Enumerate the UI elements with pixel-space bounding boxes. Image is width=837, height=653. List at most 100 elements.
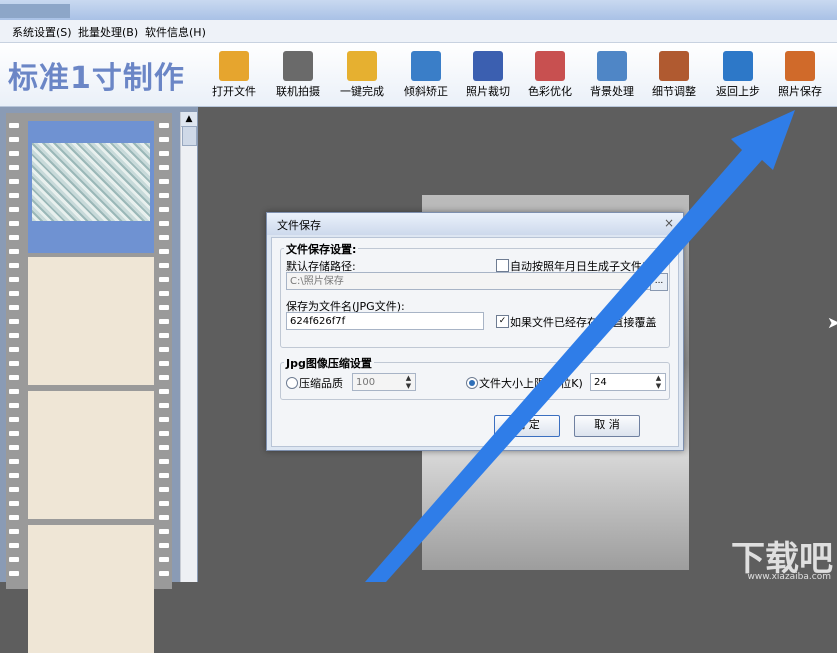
undo-icon <box>723 51 753 81</box>
film-perforation <box>159 529 169 534</box>
filename-field[interactable]: 624f626f7f <box>286 312 484 330</box>
save-disk-icon <box>785 51 815 81</box>
toolbar-button-label: 一键完成 <box>340 85 384 98</box>
film-perforation <box>159 263 169 268</box>
film-perforation <box>9 305 19 310</box>
film-perforation <box>159 403 169 408</box>
film-perforation <box>159 207 169 212</box>
film-perforation <box>159 361 169 366</box>
film-perforation <box>159 389 169 394</box>
film-perforation <box>159 347 169 352</box>
film-perforation <box>9 291 19 296</box>
quality-label: 压缩品质 <box>299 377 343 390</box>
browse-button[interactable]: ... <box>650 273 668 291</box>
film-perforation <box>159 123 169 128</box>
film-perforation <box>9 515 19 520</box>
auto-subfolder-checkbox[interactable] <box>496 259 509 272</box>
film-perforation <box>159 221 169 226</box>
film-perforation <box>9 193 19 198</box>
toolbar-button-undo[interactable]: 返回上步 <box>706 45 770 103</box>
thumbnail-frame-empty[interactable] <box>28 525 154 653</box>
film-perforation <box>9 459 19 464</box>
toolbar-button-label: 联机拍摄 <box>276 85 320 98</box>
film-strip <box>6 113 172 653</box>
film-perforation <box>159 473 169 478</box>
toolbar-button-color-sliders[interactable]: 色彩优化 <box>518 45 582 103</box>
film-perforation <box>9 235 19 240</box>
toolbar-button-folder[interactable]: 打开文件 <box>202 45 266 103</box>
mouse-cursor-icon: ➤ <box>827 313 837 332</box>
film-perforation <box>9 571 19 576</box>
film-perforation <box>9 529 19 534</box>
filesize-radio[interactable] <box>466 377 478 389</box>
histogram-icon <box>659 51 689 81</box>
overwrite-checkbox[interactable]: ✓ <box>496 315 509 328</box>
film-perforation <box>9 151 19 156</box>
menu-system-settings[interactable]: 系统设置(S) <box>12 24 72 40</box>
toolbar-button-save-disk[interactable]: 照片保存 <box>768 45 832 103</box>
film-perforation <box>9 137 19 142</box>
film-perforation <box>159 459 169 464</box>
toolbar-button-rotate[interactable]: 倾斜矫正 <box>394 45 458 103</box>
toolbar-button-histogram[interactable]: 细节调整 <box>642 45 706 103</box>
menu-batch-process[interactable]: 批量处理(B) <box>78 24 138 40</box>
color-sliders-icon <box>535 51 565 81</box>
film-perforation <box>159 305 169 310</box>
toolbar-button-crop[interactable]: 照片裁切 <box>456 45 520 103</box>
menu-software-info[interactable]: 软件信息(H) <box>145 24 206 40</box>
film-perforation <box>159 543 169 548</box>
film-perforation <box>9 361 19 366</box>
film-perforation <box>9 487 19 492</box>
film-perforation <box>159 137 169 142</box>
film-perforation <box>9 277 19 282</box>
thumbnail-image[interactable] <box>32 143 150 221</box>
film-perforation <box>9 221 19 226</box>
thumbnail-scrollbar[interactable]: ▲ <box>180 112 197 582</box>
film-perforation <box>159 557 169 562</box>
toolbar-button-hand[interactable]: 一键完成 <box>330 45 394 103</box>
toolbar-button-label: 照片裁切 <box>466 85 510 98</box>
file-save-dialog: 文件保存 × 文件保存设置: 默认存储路径: 自动按照年月日生成子文件夹 C:\… <box>266 212 684 451</box>
toolbar-button-label: 打开文件 <box>212 85 256 98</box>
film-perforation <box>159 333 169 338</box>
film-perforation <box>9 473 19 478</box>
film-perforation <box>159 165 169 170</box>
scroll-up-icon[interactable]: ▲ <box>181 112 197 127</box>
scroll-thumb[interactable] <box>182 126 197 146</box>
thumbnail-frame-empty[interactable] <box>28 391 154 519</box>
close-icon[interactable]: × <box>661 216 677 232</box>
filesize-spinner-icon[interactable]: ▲ ▼ <box>652 374 665 390</box>
film-perforation <box>9 389 19 394</box>
film-perforation <box>9 403 19 408</box>
quality-radio[interactable] <box>286 377 298 389</box>
save-path-field[interactable]: C:\照片保存 <box>286 272 652 290</box>
thumbnail-panel <box>0 107 198 653</box>
film-perforation <box>159 179 169 184</box>
toolbar-button-camera[interactable]: 联机拍摄 <box>266 45 330 103</box>
brush-icon <box>597 51 627 81</box>
ok-button[interactable]: 确 定 <box>494 415 560 437</box>
film-perforation <box>159 571 169 576</box>
film-perforation <box>9 431 19 436</box>
crop-icon <box>473 51 503 81</box>
film-perforation <box>9 179 19 184</box>
film-perforation <box>9 319 19 324</box>
overwrite-label: 如果文件已经存在,则直接覆盖 <box>510 316 657 329</box>
watermark-url: www.xiazaiba.com <box>747 572 831 582</box>
film-perforation <box>9 207 19 212</box>
film-perforation <box>159 291 169 296</box>
toolbar-button-brush[interactable]: 背景处理 <box>580 45 644 103</box>
cancel-button[interactable]: 取 消 <box>574 415 640 437</box>
toolbar-button-label: 照片保存 <box>778 85 822 98</box>
camera-icon <box>283 51 313 81</box>
film-perforation <box>9 165 19 170</box>
window-title-strip <box>0 4 70 18</box>
toolbar-button-label: 细节调整 <box>652 85 696 98</box>
thumbnail-frame-selected[interactable] <box>28 121 154 253</box>
save-settings-label: 文件保存设置: <box>284 241 359 257</box>
quality-spinner-icon[interactable]: ▲ ▼ <box>402 374 415 390</box>
film-perforation <box>159 319 169 324</box>
thumbnail-frame-empty[interactable] <box>28 257 154 385</box>
toolbar-button-label: 色彩优化 <box>528 85 572 98</box>
film-perforation <box>159 515 169 520</box>
